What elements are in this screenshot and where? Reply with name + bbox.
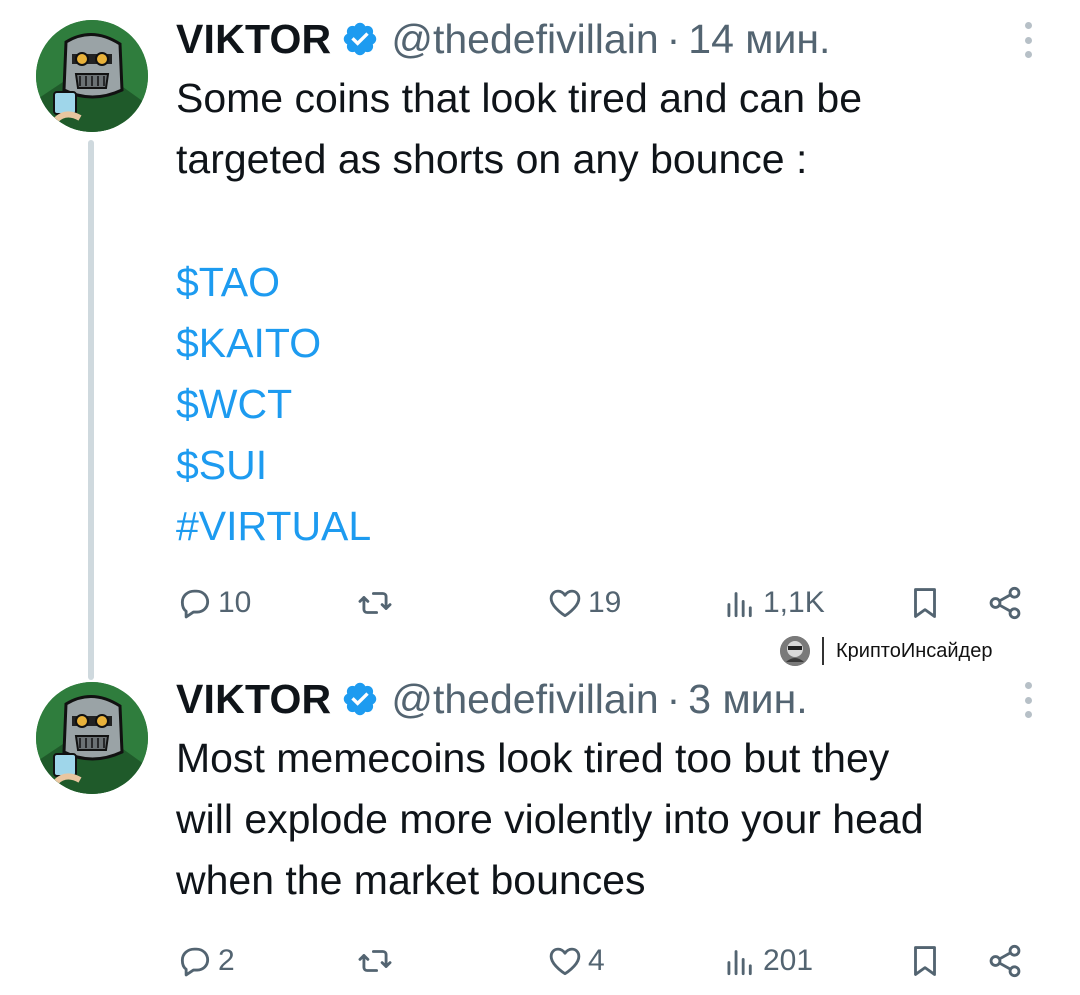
author-handle[interactable]: @thedefivillain [391,16,658,63]
action-bar: 10 19 1,1K [176,578,1036,628]
bookmark-icon [914,588,936,618]
bookmark-button[interactable] [906,936,944,986]
author-name[interactable]: VIKTOR [176,676,331,723]
timestamp[interactable]: 14 мин. [688,16,830,63]
avatar[interactable] [36,682,148,794]
views-count: 201 [763,944,814,977]
ticker-link[interactable]: $WCT [176,374,371,435]
bookmark-icon [914,946,936,976]
tweet-header: VIKTOR @thedefivillain · 14 мин. [176,14,830,64]
more-vertical-icon[interactable] [1022,22,1034,58]
ticker-link[interactable]: $SUI [176,435,371,496]
like-button[interactable]: 4 [546,936,605,986]
share-icon [989,586,1021,620]
tweet-2[interactable]: VIKTOR @thedefivillain · 3 мин. Most mem… [0,660,1080,995]
views-count: 1,1K [763,586,825,619]
share-button[interactable] [986,578,1024,628]
like-count: 19 [588,586,622,619]
masked-villain-avatar-icon [36,20,148,132]
retweet-icon [358,592,392,614]
verified-badge-icon [341,20,379,58]
like-button[interactable]: 19 [546,578,621,628]
share-icon [989,944,1021,978]
retweet-button[interactable] [356,936,398,986]
bookmark-button[interactable] [906,578,944,628]
hashtag-link[interactable]: #VIRTUAL [176,496,371,557]
tweet-text: Some coins that look tired and can be ta… [176,75,863,182]
timestamp[interactable]: 3 мин. [688,676,807,723]
author-name[interactable]: VIKTOR [176,16,331,63]
action-bar: 2 4 201 [176,936,1036,986]
tweet-header: VIKTOR @thedefivillain · 3 мин. [176,674,808,724]
retweet-icon [358,950,392,972]
retweet-button[interactable] [356,578,398,628]
reply-icon [180,947,210,977]
thread-line [88,140,94,680]
separator-dot: · [666,675,681,722]
avatar[interactable] [36,20,148,132]
views-icon [727,950,752,976]
reply-count: 2 [218,944,235,977]
views-icon [727,592,752,618]
separator-dot: · [666,15,681,62]
author-handle[interactable]: @thedefivillain [391,676,658,723]
tweet-text: Most memecoins look tired too but they w… [176,735,924,903]
more-vertical-icon[interactable] [1022,682,1034,718]
reply-button[interactable]: 2 [176,936,235,986]
tweet-1[interactable]: VIKTOR @thedefivillain · 14 мин. Some co… [0,0,1080,680]
ticker-link[interactable]: $KAITO [176,313,371,374]
heart-icon [549,589,581,618]
ticker-list: $TAO $KAITO $WCT $SUI #VIRTUAL [176,252,371,557]
reply-button[interactable]: 10 [176,578,251,628]
reply-count: 10 [218,586,252,619]
reply-icon [180,589,210,619]
views-button[interactable]: 201 [721,936,813,986]
share-button[interactable] [986,936,1024,986]
views-button[interactable]: 1,1K [721,578,825,628]
heart-icon [549,947,581,976]
ticker-link[interactable]: $TAO [176,252,371,313]
masked-villain-avatar-icon [36,682,148,794]
verified-badge-icon [341,680,379,718]
like-count: 4 [588,944,605,977]
